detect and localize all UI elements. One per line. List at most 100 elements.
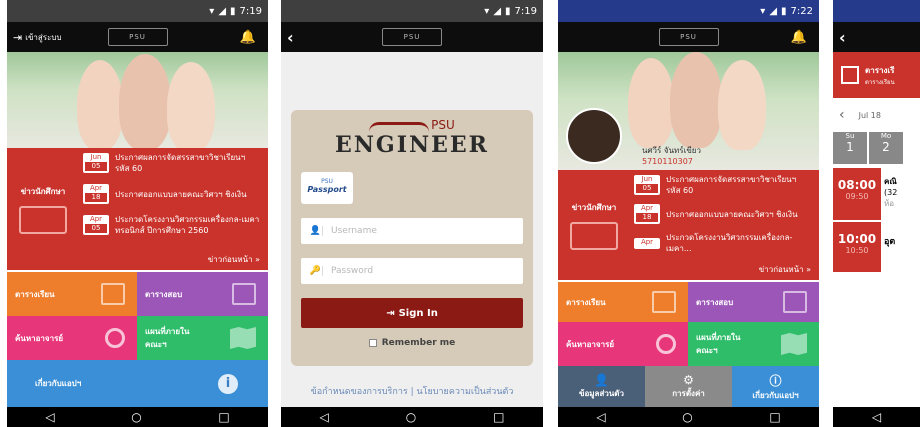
news-panel: ข่าวนักศึกษา Jun 05 ประกาศผลการจัดสรรสาขา… (7, 148, 268, 270)
tile-search-teacher[interactable]: ค้นหาอาจารย์ (7, 316, 137, 360)
news-date: Apr (634, 237, 660, 249)
news-item[interactable]: Apr 05 ประกวดโครงงานวิศวกรรมเครื่องกล-เมค… (83, 214, 262, 236)
more-news-link[interactable]: ข่าวก่อนหน้า » (208, 253, 260, 266)
calendar-icon (652, 291, 676, 313)
login-card: PSU ENGINEER PSU Passport 👤 Username 🔑 P… (291, 110, 533, 366)
login-label[interactable]: เข้าสู่ระบบ (25, 31, 61, 44)
logo-engineer: ENGINEER (335, 132, 489, 158)
status-time: 7:22 (790, 5, 813, 17)
app-logo: PSU (382, 28, 442, 46)
battery-icon: ▮ (781, 5, 787, 17)
news-item[interactable]: Apr ประกวดโครงงานวิศวกรรมเครื่องกล-เมคา.… (634, 232, 813, 254)
sign-in-icon: ⇥ (386, 307, 395, 319)
login-icon[interactable]: ⇥ (13, 31, 22, 44)
home-nav-icon[interactable]: ○ (682, 410, 692, 424)
day-cell[interactable]: Mo 2 (869, 132, 903, 164)
more-news-link[interactable]: ข่าวก่อนหน้า » (759, 263, 811, 276)
password-field[interactable]: 🔑 Password (301, 258, 523, 284)
bell-icon[interactable]: 🔔 (791, 30, 807, 45)
recents-nav-icon[interactable]: □ (493, 410, 504, 424)
tile-label: ตารางสอบ (145, 289, 183, 299)
passport-prefix: PSU (321, 178, 333, 185)
day-strip: Su 1 Mo 2 (833, 132, 920, 164)
slot-row[interactable]: 08:00 09:50 คณิ (32 ห้อ (833, 168, 920, 220)
engineer-logo: PSU ENGINEER (291, 118, 533, 158)
recents-nav-icon[interactable]: □ (218, 410, 229, 424)
screen-home-guest: ▾ ◢ ▮ 7:19 ⇥ เข้าสู่ระบบ PSU 🔔 ข่าวนักศึ… (7, 0, 268, 427)
news-item[interactable]: Apr 18 ประกาศออกแบบลายคณะวิศวฯ ชิงเงิน (83, 184, 262, 204)
remember-checkbox[interactable] (368, 339, 377, 347)
app-bar: ‹ (833, 22, 920, 52)
key-icon: 🔑 (301, 266, 323, 276)
prev-month-icon[interactable]: ‹ (839, 107, 845, 123)
screen-login: ▾ ◢ ▮ 7:19 ‹ PSU PSU ENGINEER PSU Passpo… (281, 0, 543, 427)
back-arrow-icon[interactable]: ‹ (839, 28, 846, 47)
tile-label: เกี่ยวกับแอปฯ (35, 379, 82, 388)
privacy-link[interactable]: นโยบายความเป็นส่วนตัว (417, 387, 514, 397)
news-date: Apr 18 (83, 184, 109, 204)
calendar-icon (841, 66, 859, 84)
header-title: ตารางเรี (865, 65, 895, 75)
app-bar: ⇥ เข้าสู่ระบบ PSU 🔔 (7, 22, 268, 52)
tile-profile[interactable]: 👤 ข้อมูลส่วนตัว (558, 366, 645, 407)
news-label: ข่าวนักศึกษา (571, 202, 617, 212)
hero-image (7, 52, 268, 148)
tile-map[interactable]: แผนที่ภายในคณะฯ (137, 316, 268, 360)
battery-icon: ▮ (230, 5, 236, 17)
battery-icon: ▮ (505, 5, 511, 17)
app-bar: ‹ PSU (281, 22, 543, 52)
sign-in-button[interactable]: ⇥ Sign In (301, 298, 523, 328)
tile-label: แผนที่ภายในคณะฯ (696, 333, 741, 355)
student-avatar[interactable] (566, 108, 622, 164)
profile-icon: 👤 (594, 373, 609, 387)
back-arrow-icon[interactable]: ‹ (287, 28, 294, 47)
slot-time: 08:00 09:50 (833, 168, 881, 220)
back-nav-icon[interactable]: ◁ (319, 410, 328, 424)
recents-nav-icon[interactable]: □ (769, 410, 780, 424)
tile-timetable[interactable]: ตารางเรียน (558, 282, 688, 322)
tile-label: การตั้งค่า (672, 389, 705, 398)
slot-info: คณิ (32 ห้อ (884, 177, 898, 208)
signal-icon: ◢ (218, 5, 227, 17)
news-item[interactable]: Jun 05 ประกาศผลการจัดสรรสาขาวิชาเรียนฯ รห… (634, 174, 813, 196)
terms-link[interactable]: ข้อกำหนดของการบริการ (311, 387, 408, 397)
logo-psu: PSU (431, 118, 455, 132)
calendar-icon (783, 291, 807, 313)
home-nav-icon[interactable]: ○ (131, 410, 141, 424)
slot-row[interactable]: 10:00 10:50 อุต (833, 222, 920, 272)
tile-exam[interactable]: ตารางสอบ (137, 272, 268, 316)
back-nav-icon[interactable]: ◁ (596, 410, 605, 424)
home-nav-icon[interactable]: ○ (406, 410, 416, 424)
map-icon (781, 333, 807, 355)
back-nav-icon[interactable]: ◁ (872, 410, 881, 424)
tile-timetable[interactable]: ตารางเรียน (7, 272, 137, 316)
tile-label: ค้นหาอาจารย์ (15, 333, 64, 343)
back-nav-icon[interactable]: ◁ (45, 410, 54, 424)
password-placeholder: Password (331, 266, 374, 276)
news-panel: ข่าวนักศึกษา Jun 05 ประกาศผลการจัดสรรสาขา… (558, 170, 819, 280)
tile-about[interactable]: เกี่ยวกับแอปฯ i (7, 360, 268, 407)
newspaper-icon (19, 205, 67, 234)
news-text: ประกาศออกแบบลายคณะวิศวฯ ชิงเงิน (115, 189, 247, 199)
news-item[interactable]: Jun 05 ประกาศผลการจัดสรรสาขาวิชาเรียนฯ รห… (83, 152, 262, 174)
user-icon: 👤 (301, 226, 323, 236)
tile-exam[interactable]: ตารางสอบ (688, 282, 819, 322)
tile-settings[interactable]: ⚙ การตั้งค่า (645, 366, 732, 407)
screen-timetable: ‹ ตารางเรี ตารางเรียน ‹ Jul 18 Su 1 Mo 2… (833, 0, 920, 427)
day-cell[interactable]: Su 1 (833, 132, 867, 164)
news-item[interactable]: Apr 18 ประกาศออกแบบลายคณะวิศวฯ ชิงเงิน (634, 204, 813, 224)
tile-about[interactable]: ⓘ เกี่ยวกับแอปฯ (732, 366, 819, 407)
news-label-block: ข่าวนักศึกษา (7, 148, 79, 270)
status-bar: ▾ ◢ ▮ 7:19 (7, 0, 268, 22)
remember-me[interactable]: Remember me (291, 338, 533, 348)
bell-icon[interactable]: 🔔 (240, 30, 256, 45)
app-bar: PSU 🔔 (558, 22, 819, 52)
username-field[interactable]: 👤 Username (301, 218, 523, 244)
android-nav-bar: ◁ ○ □ (558, 407, 819, 427)
wifi-icon: ▾ (484, 5, 490, 17)
passport-label: Passport (307, 185, 347, 194)
timetable-header: ตารางเรี ตารางเรียน (833, 52, 920, 98)
tile-search-teacher[interactable]: ค้นหาอาจารย์ (558, 322, 688, 366)
news-date: Apr 05 (83, 215, 109, 235)
tile-map[interactable]: แผนที่ภายในคณะฯ (688, 322, 819, 366)
